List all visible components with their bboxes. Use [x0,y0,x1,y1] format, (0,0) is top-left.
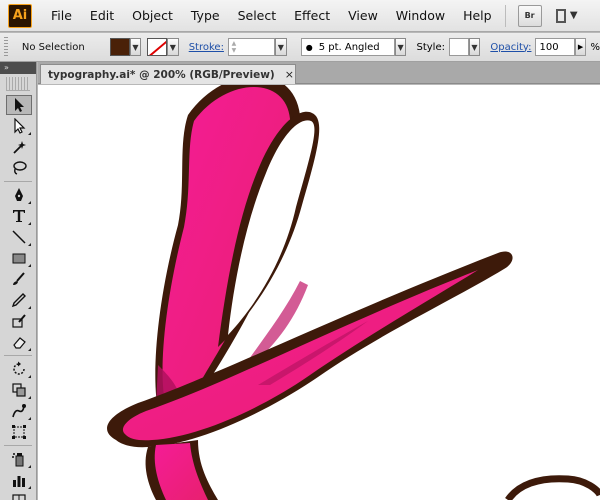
menu-help[interactable]: Help [454,0,501,32]
line-segment-tool[interactable] [6,227,32,247]
type-icon [13,210,25,222]
scale-tool[interactable] [6,380,32,400]
pen-tool[interactable] [6,185,32,205]
line-segment-icon [12,230,26,244]
brush-dropdown-arrow[interactable]: ▼ [394,38,407,56]
fill-dropdown-arrow[interactable]: ▼ [129,38,142,56]
opacity-label-link[interactable]: Opacity: [490,42,531,53]
chevron-down-icon: ▼ [569,10,578,21]
lettering-artwork[interactable] [38,85,600,500]
document-tab-bar: typography.ai* @ 200% (RGB/Preview) × [38,62,600,84]
go-to-bridge-button[interactable]: Br [517,4,542,27]
selection-tool[interactable] [6,95,32,115]
menu-edit[interactable]: Edit [81,0,123,32]
style-label: Style: [416,41,445,53]
stroke-color-swatch[interactable] [147,38,167,56]
direct-selection-tool[interactable] [6,116,32,136]
toolbox-separator [4,445,32,446]
tools-panel-grip[interactable] [6,77,30,91]
rotate-icon [13,361,25,375]
stroke-dropdown-arrow[interactable]: ▼ [166,38,179,56]
illustrator-window: Ai File Edit Object Type Select Effect V… [0,0,600,500]
opacity-unit: % [590,41,600,53]
menu-type[interactable]: Type [182,0,229,32]
symbol-sprayer-tool[interactable] [6,449,32,469]
scale-icon [12,383,26,397]
app-logo: Ai [8,3,32,28]
magic-wand-tool[interactable] [6,137,32,157]
menu-effect[interactable]: Effect [285,0,339,32]
brush-dot-icon: ● [305,42,313,52]
toolbox-separator [4,355,32,356]
symbol-sprayer-icon [12,453,24,467]
menu-object[interactable]: Object [123,0,182,32]
rectangle-tool[interactable] [6,248,32,268]
menu-select[interactable]: Select [229,0,286,32]
brush-name: 5 pt. Angled [318,41,380,53]
arrange-documents-button[interactable]: ▼ [555,6,578,26]
blob-brush-tool[interactable] [6,311,32,331]
brush-definition-field[interactable]: ● 5 pt. Angled [300,38,395,56]
tools-panel-header[interactable]: » [0,62,36,74]
next-letter-stroke [505,475,600,500]
mesh-icon [12,494,26,500]
tools-panel: » [0,62,37,500]
lasso-tool[interactable] [6,158,32,178]
paintbrush-tool[interactable] [6,269,32,289]
warp-tool[interactable] [6,401,32,421]
selection-status: No Selection [21,41,85,53]
column-graph-icon [13,476,25,487]
graphic-style-swatch[interactable] [448,38,469,56]
free-transform-icon [12,425,26,439]
magic-wand-icon [13,141,26,154]
menu-file[interactable]: File [42,0,81,32]
column-graph-tool[interactable] [6,470,32,490]
rectangle-icon [12,253,26,264]
artboard-canvas[interactable] [38,85,600,500]
stroke-weight-field[interactable]: ▲ ▼ [227,38,275,56]
menu-window[interactable]: Window [387,0,454,32]
pencil-tool[interactable] [6,290,32,310]
direct-selection-icon [14,118,26,134]
toolbox-separator [4,181,32,182]
menu-view[interactable]: View [339,0,387,32]
menu-separator [504,4,506,27]
stroke-weight-stepper[interactable]: ▲ ▼ [229,38,239,56]
mesh-tool[interactable] [6,491,32,500]
stroke-weight-dropdown-arrow[interactable]: ▼ [274,38,287,56]
fill-color-swatch[interactable] [109,38,130,56]
warp-icon [12,404,26,418]
type-tool[interactable] [6,206,32,226]
pen-icon [15,188,23,201]
blob-brush-icon [12,314,26,328]
close-icon[interactable]: × [285,68,294,81]
rotate-tool[interactable] [6,359,32,379]
lasso-icon [13,161,27,175]
eraser-icon [13,337,26,349]
style-dropdown-arrow[interactable]: ▼ [468,38,481,56]
document-tab-title: typography.ai* @ 200% (RGB/Preview) [48,68,275,81]
selection-icon [15,98,24,112]
menu-bar: Ai File Edit Object Type Select Effect V… [0,0,600,32]
control-bar-grip[interactable] [4,37,8,57]
pencil-icon [11,293,26,308]
paintbrush-icon [13,272,25,285]
free-transform-tool[interactable] [6,422,32,442]
document-tab[interactable]: typography.ai* @ 200% (RGB/Preview) × [40,64,296,84]
eraser-tool[interactable] [6,332,32,352]
stroke-label-link[interactable]: Stroke: [189,42,224,53]
opacity-dropdown-arrow[interactable]: ▶ [574,38,587,56]
opacity-input[interactable]: 100 [535,38,575,56]
arrange-grid-icon [555,8,566,23]
control-bar: No Selection ▼ ▼ Stroke: ▲ ▼ ▼ ● 5 pt. An… [0,33,600,62]
